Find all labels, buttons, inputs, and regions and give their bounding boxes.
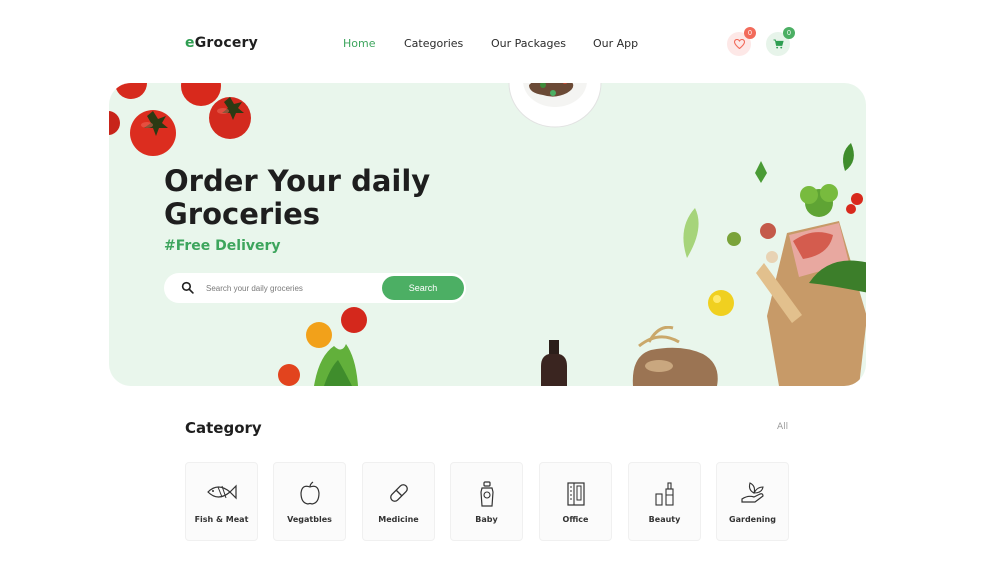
- category-card-gardening[interactable]: Gardening: [716, 462, 789, 541]
- category-title: Category: [185, 419, 262, 437]
- category-card-medicine[interactable]: Medicine: [362, 462, 435, 541]
- category-card-beauty[interactable]: Beauty: [628, 462, 701, 541]
- logo-prefix: e: [185, 35, 195, 51]
- category-label: Fish & Meat: [194, 515, 249, 524]
- bottle-illustration: [541, 340, 567, 386]
- baby-icon: [479, 481, 494, 507]
- hero-banner: Order Your daily Groceries #Free Deliver…: [109, 83, 866, 386]
- cart-button[interactable]: 0: [766, 27, 795, 56]
- category-card-baby[interactable]: Baby: [450, 462, 523, 541]
- nav-categories[interactable]: Categories: [404, 37, 463, 50]
- wishlist-button[interactable]: 0: [727, 27, 756, 56]
- nav-our-app[interactable]: Our App: [593, 37, 638, 50]
- cart-icon: [773, 39, 784, 49]
- category-label: Baby: [475, 515, 498, 524]
- category-card-vegetables[interactable]: Vegatbles: [273, 462, 346, 541]
- nav-home[interactable]: Home: [343, 37, 375, 50]
- pill-icon: [389, 484, 408, 502]
- apple-icon: [299, 481, 320, 505]
- category-label: Gardening: [729, 515, 776, 524]
- plate-illustration: [508, 83, 602, 128]
- gardening-icon: [740, 482, 764, 503]
- nav-our-packages[interactable]: Our Packages: [491, 37, 566, 50]
- hero-title: Order Your daily Groceries: [164, 164, 431, 231]
- hero-subtitle: #Free Delivery: [164, 238, 281, 254]
- tomatoes-illustration: [109, 83, 251, 156]
- office-icon: [566, 482, 585, 506]
- cart-count-badge: 0: [783, 27, 795, 39]
- category-label: Beauty: [648, 515, 681, 524]
- logo[interactable]: eGrocery: [185, 35, 258, 51]
- category-card-office[interactable]: Office: [539, 462, 612, 541]
- fish-icon: [206, 484, 237, 500]
- produce-illustration: [278, 307, 367, 386]
- search-icon: [181, 281, 194, 294]
- logo-text: Grocery: [194, 35, 258, 51]
- category-label: Vegatbles: [287, 515, 332, 524]
- beauty-bottles-icon: [654, 482, 674, 506]
- wishlist-count-badge: 0: [744, 27, 756, 39]
- search-button[interactable]: Search: [382, 276, 464, 300]
- category-all-link[interactable]: All: [777, 422, 788, 432]
- category-card-fish-meat[interactable]: Fish & Meat: [185, 462, 258, 541]
- category-label: Medicine: [378, 515, 419, 524]
- category-label: Office: [562, 515, 589, 524]
- grocery-bag-illustration: [683, 143, 866, 386]
- heart-icon: [733, 39, 745, 49]
- search-input[interactable]: [206, 278, 376, 298]
- search-bar: Search: [164, 273, 466, 303]
